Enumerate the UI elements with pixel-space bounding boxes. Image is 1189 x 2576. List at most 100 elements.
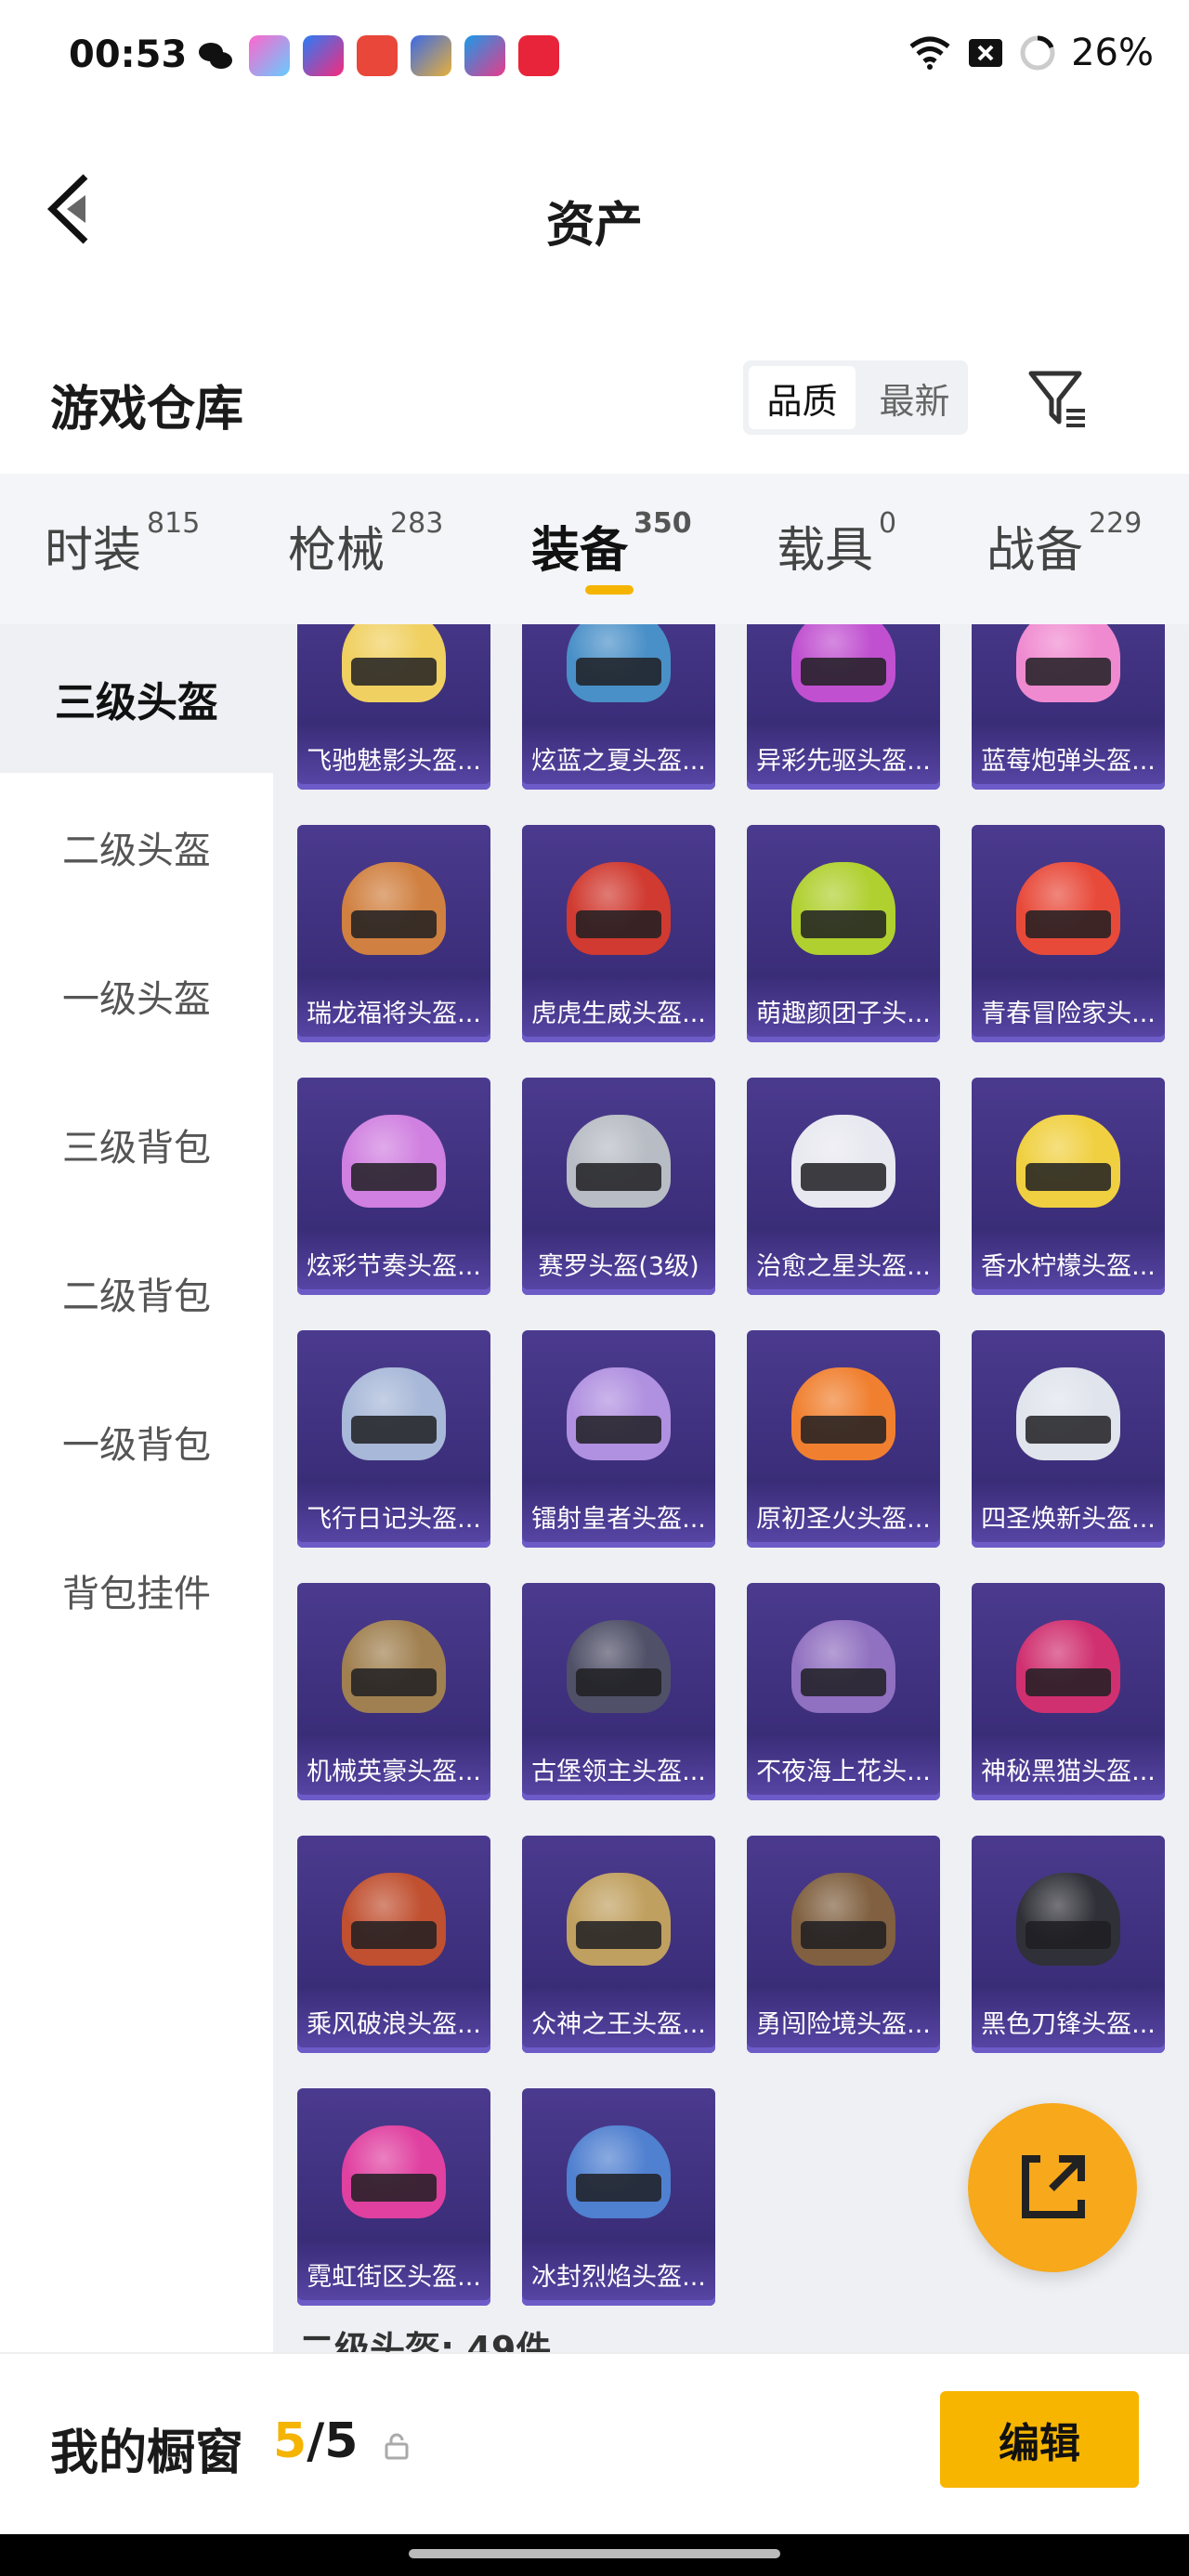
showcase-count: 5/5 <box>273 2413 358 2469</box>
item-card[interactable]: 炫彩节奏头盔... <box>297 1078 490 1295</box>
tab-count: 283 <box>390 507 444 540</box>
tab-count: 229 <box>1089 507 1143 540</box>
helmet-visor <box>576 2174 661 2202</box>
helmet-visor <box>351 1921 437 1949</box>
filter-icon <box>1028 371 1085 427</box>
system-status: 26% <box>908 32 1154 74</box>
helmet-visor <box>801 658 886 686</box>
item-name: 香水柠檬头盔... <box>981 1252 1156 1281</box>
item-card[interactable]: 古堡领主头盔... <box>522 1583 715 1800</box>
item-name: 神秘黑猫头盔... <box>981 1758 1156 1786</box>
home-indicator[interactable] <box>409 2549 780 2558</box>
sim-x-icon <box>969 39 1003 67</box>
item-name: 众神之王头盔... <box>531 2010 706 2039</box>
helmet-visor <box>1026 1668 1111 1696</box>
battery-level: 26% <box>1071 32 1154 74</box>
item-name: 飞驰魅影头盔... <box>307 747 481 776</box>
item-card[interactable]: 不夜海上花头... <box>747 1583 940 1800</box>
tab-count: 0 <box>879 507 897 540</box>
item-card[interactable]: 赛罗头盔(3级) <box>522 1078 715 1295</box>
helmet-visor <box>351 910 437 938</box>
item-name: 不夜海上花头... <box>756 1758 931 1786</box>
helmet-image <box>342 1115 446 1208</box>
tab-equipment[interactable]: 装备 350 <box>531 507 692 581</box>
helmet-visor <box>801 1668 886 1696</box>
filter-button[interactable] <box>1026 366 1091 431</box>
item-name: 蓝莓炮弹头盔... <box>981 747 1156 776</box>
sidebar-item-level2-backpack[interactable]: 二级背包 <box>0 1219 273 1367</box>
item-card[interactable]: 治愈之星头盔... <box>747 1078 940 1295</box>
item-card[interactable]: 蓝莓炮弹头盔... <box>972 624 1165 790</box>
tab-fashion[interactable]: 时装 815 <box>45 507 200 581</box>
item-card[interactable]: 炫蓝之夏头盔... <box>522 624 715 790</box>
helmet-visor <box>801 1921 886 1949</box>
tab-battle-supplies[interactable]: 战备 229 <box>986 507 1142 581</box>
tab-count: 815 <box>147 507 201 540</box>
item-name: 萌趣颜团子头... <box>756 1000 931 1028</box>
helmet-visor <box>351 1163 437 1191</box>
sort-option-latest[interactable]: 最新 <box>861 360 968 435</box>
tab-weapons[interactable]: 枪械 283 <box>288 507 443 581</box>
tab-label: 战备 <box>986 523 1084 579</box>
item-card[interactable]: 机械英豪头盔... <box>297 1583 490 1800</box>
showcase-count-current: 5 <box>273 2413 307 2469</box>
item-card[interactable]: 镭射皇者头盔... <box>522 1330 715 1548</box>
helmet-visor <box>576 1668 661 1696</box>
sidebar-item-level2-helmet[interactable]: 二级头盔 <box>0 773 273 922</box>
showcase-count-separator: / <box>307 2413 325 2469</box>
item-card[interactable]: 黑色刀锋头盔... <box>972 1836 1165 2053</box>
sort-option-quality[interactable]: 品质 <box>749 366 856 429</box>
helmet-image <box>1016 1620 1120 1713</box>
item-card[interactable]: 众神之王头盔... <box>522 1836 715 2053</box>
game-icon <box>411 35 451 76</box>
item-card[interactable]: 原初圣火头盔... <box>747 1330 940 1548</box>
helmet-image <box>567 2125 671 2218</box>
item-name: 飞行日记头盔... <box>307 1505 481 1534</box>
sidebar-item-level1-backpack[interactable]: 一级背包 <box>0 1367 273 1516</box>
helmet-image <box>567 862 671 955</box>
item-card[interactable]: 异彩先驱头盔... <box>747 624 940 790</box>
sidebar-item-backpack-charm[interactable]: 背包挂件 <box>0 1516 273 1665</box>
item-name: 瑞龙福将头盔... <box>307 1000 481 1028</box>
item-card[interactable]: 虎虎生威头盔... <box>522 825 715 1042</box>
helmet-visor <box>576 658 661 686</box>
item-card[interactable]: 飞行日记头盔... <box>297 1330 490 1548</box>
item-name: 勇闯险境头盔... <box>756 2010 931 2039</box>
helmet-visor <box>576 1163 661 1191</box>
item-card[interactable]: 勇闯险境头盔... <box>747 1836 940 2053</box>
helmet-visor <box>1026 1416 1111 1444</box>
app-icon <box>303 35 344 76</box>
subcategory-sidebar: 三级头盔 二级头盔 一级头盔 三级背包 二级背包 一级背包 背包挂件 <box>0 624 273 2352</box>
tab-count: 350 <box>634 507 692 540</box>
item-card[interactable]: 四圣焕新头盔... <box>972 1330 1165 1548</box>
item-card[interactable]: 飞驰魅影头盔... <box>297 624 490 790</box>
sidebar-item-level1-helmet[interactable]: 一级头盔 <box>0 922 273 1070</box>
item-card[interactable]: 瑞龙福将头盔... <box>297 825 490 1042</box>
item-card[interactable]: 萌趣颜团子头... <box>747 825 940 1042</box>
helmet-image <box>567 1873 671 1966</box>
section-title: 游戏仓库 <box>50 382 244 438</box>
helmet-visor <box>576 1416 661 1444</box>
edit-button[interactable]: 编辑 <box>940 2391 1139 2488</box>
helmet-visor <box>1026 910 1111 938</box>
item-card[interactable]: 乘风破浪头盔... <box>297 1836 490 2053</box>
helmet-visor <box>801 1416 886 1444</box>
item-name: 镭射皇者头盔... <box>531 1505 706 1534</box>
helmet-image <box>342 1367 446 1460</box>
sidebar-item-level3-backpack[interactable]: 三级背包 <box>0 1070 273 1219</box>
helmet-image <box>1016 1873 1120 1966</box>
showcase-count-total: 5 <box>324 2413 359 2469</box>
helmet-visor <box>801 910 886 938</box>
item-card[interactable]: 青春冒险家头... <box>972 825 1165 1042</box>
sidebar-item-level3-helmet[interactable]: 三级头盔 <box>0 624 273 773</box>
helmet-image <box>1016 1115 1120 1208</box>
helmet-image <box>342 862 446 955</box>
item-card[interactable]: 神秘黑猫头盔... <box>972 1583 1165 1800</box>
tab-label: 装备 <box>531 523 629 579</box>
share-fab[interactable] <box>968 2103 1137 2272</box>
tab-vehicles[interactable]: 载具 0 <box>777 507 896 581</box>
item-card[interactable]: 冰封烈焰头盔... <box>522 2088 715 2306</box>
item-card[interactable]: 香水柠檬头盔... <box>972 1078 1165 1295</box>
helmet-image <box>567 1620 671 1713</box>
item-card[interactable]: 霓虹街区头盔... <box>297 2088 490 2306</box>
